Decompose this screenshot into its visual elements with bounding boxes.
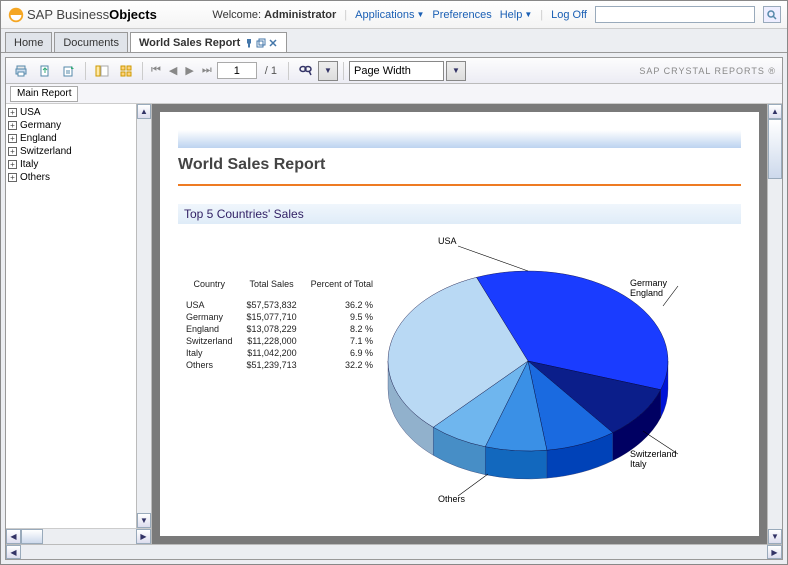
page-total: / 1: [259, 65, 283, 77]
table-row: Others$51,239,71332.2 %: [180, 360, 379, 370]
prev-page-button[interactable]: ◀: [166, 64, 180, 77]
preferences-link[interactable]: Preferences: [432, 9, 491, 21]
tree-item[interactable]: +USA: [8, 106, 134, 119]
first-page-button[interactable]: ⏮: [148, 64, 164, 77]
find-button[interactable]: [294, 61, 316, 81]
export-button[interactable]: [34, 61, 56, 81]
toggle-tree-button[interactable]: [91, 61, 113, 81]
table-row: USA$57,573,83236.2 %: [180, 300, 379, 310]
last-page-button[interactable]: ⏭: [199, 64, 215, 77]
tree-hscroll[interactable]: ◀ ▶: [6, 528, 151, 544]
search-button[interactable]: [763, 6, 781, 23]
callout-germany: Germany: [630, 278, 667, 288]
pin-icon[interactable]: [244, 38, 254, 48]
expand-icon[interactable]: +: [8, 173, 17, 182]
print-button[interactable]: [10, 61, 32, 81]
table-row: England$13,078,2298.2 %: [180, 324, 379, 334]
find-dropdown[interactable]: ▼: [318, 61, 338, 81]
table-row: Italy$11,042,2006.9 %: [180, 348, 379, 358]
sales-table: CountryTotal SalesPercent of Total USA$5…: [178, 276, 381, 372]
applications-link[interactable]: Applications▼: [355, 9, 424, 21]
zoom-select[interactable]: Page Width: [349, 61, 444, 81]
logo-text-2: Objects: [109, 7, 157, 22]
tab-report[interactable]: World Sales Report: [130, 32, 287, 52]
logoff-link[interactable]: Log Off: [551, 9, 587, 21]
callout-switz: Switzerland: [630, 449, 677, 459]
close-icon[interactable]: [268, 38, 278, 48]
expand-icon[interactable]: +: [8, 160, 17, 169]
callout-england: England: [630, 288, 663, 298]
next-page-button[interactable]: ▶: [182, 64, 196, 77]
tree-vscroll[interactable]: ▲▼: [136, 104, 151, 528]
expand-icon[interactable]: +: [8, 108, 17, 117]
tab-documents[interactable]: Documents: [54, 32, 128, 52]
parameters-button[interactable]: [115, 61, 137, 81]
callout-italy: Italy: [630, 459, 647, 469]
tree-item[interactable]: +England: [8, 132, 134, 145]
current-user: Administrator: [264, 9, 336, 21]
app-logo: SAP BusinessObjects: [7, 6, 157, 24]
report-vscroll[interactable]: ▲▼: [767, 104, 782, 544]
expand-icon[interactable]: +: [8, 121, 17, 130]
tree-item[interactable]: +Switzerland: [8, 145, 134, 158]
callout-usa: USA: [438, 236, 457, 246]
help-link[interactable]: Help▼: [500, 9, 533, 21]
exportpdf-button[interactable]: [58, 61, 80, 81]
report-title: World Sales Report: [178, 156, 741, 174]
report-page: World Sales Report Top 5 Countries' Sale…: [160, 112, 759, 536]
callout-others: Others: [438, 494, 465, 504]
logo-text-1: SAP Business: [27, 7, 109, 22]
welcome-label: Welcome:: [212, 9, 261, 21]
page-number-input[interactable]: [217, 62, 257, 79]
group-tree: +USA +Germany +England +Switzerland +Ita…: [6, 104, 136, 528]
expand-icon[interactable]: +: [8, 147, 17, 156]
table-row: Germany$15,077,7109.5 %: [180, 312, 379, 322]
tree-item[interactable]: +Germany: [8, 119, 134, 132]
pie-chart: [378, 236, 708, 509]
expand-icon[interactable]: +: [8, 134, 17, 143]
table-row: Switzerland$11,228,0007.1 %: [180, 336, 379, 346]
search-input[interactable]: [595, 6, 755, 23]
report-header-bar: [178, 130, 741, 148]
report-rule: [178, 184, 741, 186]
subtab-main-report[interactable]: Main Report: [10, 86, 78, 102]
zoom-dropdown[interactable]: ▼: [446, 61, 466, 81]
tree-item[interactable]: +Others: [8, 171, 134, 184]
report-subtitle: Top 5 Countries' Sales: [178, 204, 741, 224]
restore-icon[interactable]: [256, 38, 266, 48]
tab-home[interactable]: Home: [5, 32, 52, 52]
report-hscroll[interactable]: ◀▶: [6, 544, 782, 559]
brand-label: SAP CRYSTAL REPORTS ®: [639, 66, 776, 76]
tree-item[interactable]: +Italy: [8, 158, 134, 171]
